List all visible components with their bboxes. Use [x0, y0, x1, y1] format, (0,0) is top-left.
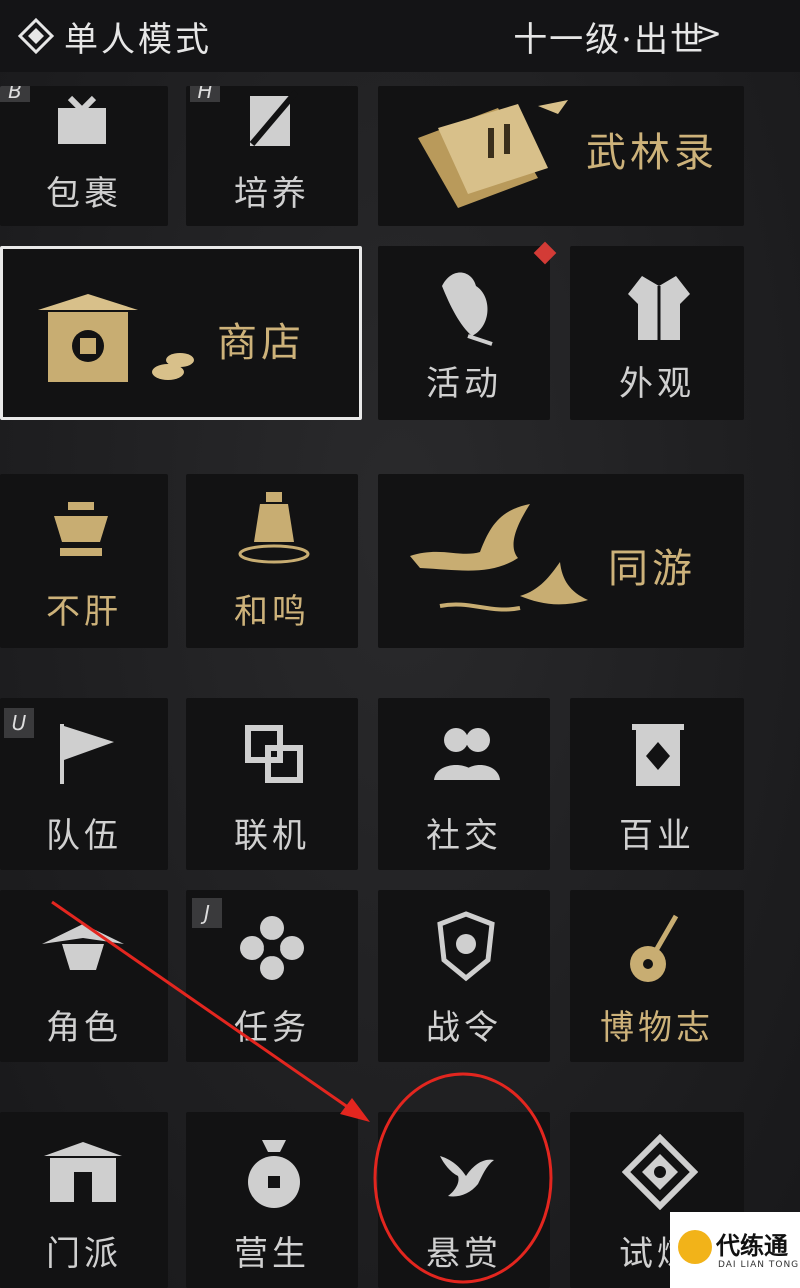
annotation-overlay	[51, 900, 553, 1284]
watermark-text: 代练通	[716, 1232, 788, 1260]
brand-logo-icon	[678, 1230, 712, 1264]
annotation-arrowhead	[340, 1098, 370, 1122]
annotation-arrow	[51, 900, 353, 1112]
watermark-logo: 代练通 DAI LIAN TONG	[670, 1212, 800, 1288]
annotation-circle	[373, 1072, 553, 1284]
watermark-subtext: DAI LIAN TONG	[718, 1260, 800, 1270]
